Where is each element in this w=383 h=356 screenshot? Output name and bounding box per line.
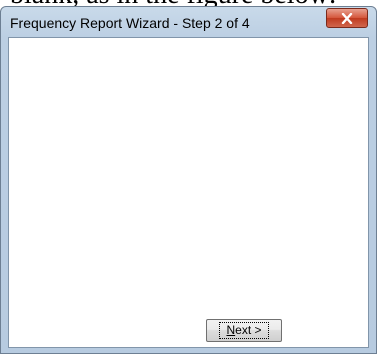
next-label-rest: ext > xyxy=(235,323,262,337)
next-button-label: Next > xyxy=(219,322,269,339)
close-x-icon xyxy=(341,12,353,24)
wizard-content-area: Next > xyxy=(8,37,369,348)
wizard-window: Frequency Report Wizard - Step 2 of 4 Ne… xyxy=(0,6,377,354)
next-mnemonic: N xyxy=(226,323,236,337)
close-button[interactable] xyxy=(326,8,368,28)
page: blank, as in the figure below: Frequency… xyxy=(0,0,383,356)
next-button[interactable]: Next > xyxy=(206,319,282,342)
window-title: Frequency Report Wizard - Step 2 of 4 xyxy=(10,15,250,31)
title-bar[interactable]: Frequency Report Wizard - Step 2 of 4 xyxy=(1,7,376,37)
